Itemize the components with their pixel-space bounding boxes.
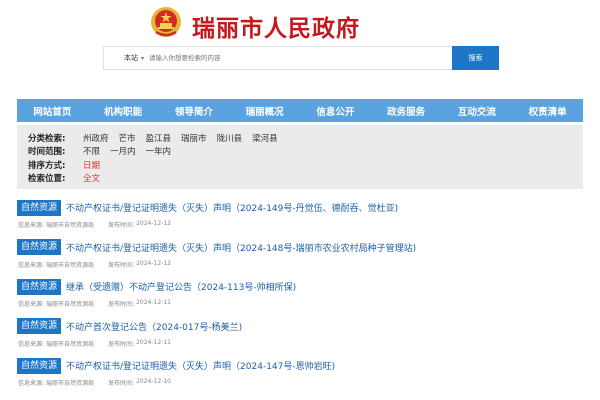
filter-option[interactable]: 一年内 (146, 145, 172, 157)
list-item: 自然资源 不动产权证书/登记证明遗失（灭失）声明（2024-147号-恩帅岩旺)… (17, 357, 583, 397)
filter-option-active[interactable]: 日期 (83, 159, 100, 171)
chevron-down-icon: ▾ (141, 54, 145, 62)
nav-item-info-disclosure[interactable]: 信息公开 (300, 104, 371, 118)
filter-option[interactable]: 一月内 (110, 145, 136, 157)
source-label: 信息来源: (18, 261, 45, 269)
category-tag[interactable]: 自然资源 (17, 199, 62, 216)
category-tag[interactable]: 自然资源 (17, 318, 62, 334)
source-label: 信息来源: (18, 380, 45, 387)
site-title[interactable]: 瑞丽市人民政府 (192, 9, 360, 43)
filter-option[interactable]: 瑞丽市 (181, 132, 207, 144)
filter-option[interactable]: 陇川县 (217, 132, 243, 144)
result-title-link[interactable]: 继承（受遗赠）不动产登记公告（2024-113号-帅相所保) (66, 280, 296, 293)
filter-option-active[interactable]: 全文 (83, 172, 100, 184)
source-label: 信息来源: (18, 301, 45, 308)
result-title-link[interactable]: 不动产权证书/登记证明遗失（灭失）声明（2024-148号-瑞丽市农业农村局种子… (66, 241, 416, 254)
date-value: 2024-12-11 (136, 299, 171, 306)
source-value: 瑞丽市自然资源局 (46, 261, 95, 269)
date-label: 发布时间: (108, 222, 135, 229)
date-value: 2024-12-10 (136, 378, 171, 385)
filter-time-label: 时间范围: (28, 147, 66, 158)
nav-item-overview[interactable]: 瑞丽概况 (229, 104, 300, 118)
filter-position-row: 检索位置: 全文 (28, 172, 583, 186)
list-item: 自然资源 不动产权证书/登记证明遗失（灭失）声明（2024-148号-瑞丽市农业… (17, 239, 583, 279)
nav-item-interaction[interactable]: 互动交流 (442, 104, 513, 118)
result-meta: 信息来源: 瑞丽市自然资源局 发布时间: 2024-12-11 (17, 339, 583, 348)
date-label: 发布时间: (108, 340, 135, 348)
date-label: 发布时间: (108, 380, 135, 387)
result-title-link[interactable]: 不动产权证书/登记证明遗失（灭失）声明（2024-149号-丹觉伍、德耐吞、觉杜… (66, 201, 398, 214)
source-value: 瑞丽市自然资源局 (46, 380, 95, 387)
filter-sort-row: 排序方式: 日期 (28, 158, 583, 172)
nav-item-gov-services[interactable]: 政务服务 (371, 104, 442, 118)
source-label: 信息来源: (18, 222, 45, 229)
source-value: 瑞丽市自然资源局 (46, 301, 95, 308)
filter-option[interactable]: 盈江县 (146, 132, 172, 144)
filter-category-row: 分类检索: 州政府 芒市 盈江县 瑞丽市 陇川县 梁河县 (28, 131, 583, 145)
date-value: 2024-12-12 (136, 220, 171, 227)
search-input[interactable] (147, 48, 452, 68)
source-value: 瑞丽市自然资源局 (46, 340, 95, 348)
result-title-link[interactable]: 不动产首次登记公告（2024-017号-杨美兰) (66, 320, 242, 333)
filter-time-row: 时间范围: 不限 一月内 一年内 (28, 145, 583, 159)
list-item: 自然资源 不动产权证书/登记证明遗失（灭失）声明（2024-149号-丹觉伍、德… (17, 199, 583, 239)
search-button[interactable]: 搜索 (452, 46, 499, 70)
result-meta: 信息来源: 瑞丽市自然资源局 发布时间: 2024-12-12 (17, 260, 583, 269)
result-meta: 信息来源: 瑞丽市自然资源局 发布时间: 2024-12-10 (17, 378, 583, 387)
search-scope-label: 本站 (124, 54, 138, 62)
results-list: 自然资源 不动产权证书/登记证明遗失（灭失）声明（2024-149号-丹觉伍、德… (17, 199, 583, 397)
category-tag[interactable]: 自然资源 (17, 357, 62, 374)
result-meta: 信息来源: 瑞丽市自然资源局 发布时间: 2024-12-11 (17, 299, 583, 308)
site-header: 瑞丽市人民政府 本站 ▾ 搜索 (0, 0, 600, 95)
search-bar: 本站 ▾ 搜索 (103, 46, 499, 70)
date-value: 2024-12-12 (136, 259, 171, 267)
date-label: 发布时间: (108, 301, 135, 308)
main-nav: 网站首页 机构职能 领导简介 瑞丽概况 信息公开 政务服务 互动交流 权责清单 (17, 99, 583, 122)
result-title-link[interactable]: 不动产权证书/登记证明遗失（灭失）声明（2024-147号-恩帅岩旺) (66, 359, 335, 372)
national-emblem-icon (151, 7, 181, 37)
result-meta: 信息来源: 瑞丽市自然资源局 发布时间: 2024-12-12 (17, 220, 583, 229)
search-scope-select[interactable]: 本站 ▾ (104, 53, 147, 63)
filter-category-label: 分类检索: (28, 133, 66, 144)
nav-item-home[interactable]: 网站首页 (17, 104, 88, 118)
nav-item-power-list[interactable]: 权责清单 (512, 104, 583, 118)
list-item: 自然资源 不动产首次登记公告（2024-017号-杨美兰) 信息来源: 瑞丽市自… (17, 318, 583, 358)
filter-option[interactable]: 芒市 (119, 132, 136, 144)
filter-position-label: 检索位置: (28, 174, 66, 185)
source-label: 信息来源: (18, 340, 45, 348)
source-value: 瑞丽市自然资源局 (46, 222, 95, 229)
filter-option[interactable]: 梁河县 (252, 132, 278, 144)
search-filter-panel: 分类检索: 州政府 芒市 盈江县 瑞丽市 陇川县 梁河县 时间范围: 不限 一月… (17, 125, 583, 189)
date-value: 2024-12-11 (136, 338, 171, 346)
list-item: 自然资源 继承（受遗赠）不动产登记公告（2024-113号-帅相所保) 信息来源… (17, 278, 583, 318)
nav-item-leaders[interactable]: 领导简介 (159, 104, 230, 118)
nav-item-institutions[interactable]: 机构职能 (88, 104, 159, 118)
category-tag[interactable]: 自然资源 (17, 278, 62, 295)
date-label: 发布时间: (108, 261, 135, 269)
category-tag[interactable]: 自然资源 (17, 239, 62, 255)
filter-sort-label: 排序方式: (28, 160, 66, 171)
filter-option[interactable]: 不限 (83, 145, 100, 157)
filter-option[interactable]: 州政府 (83, 132, 109, 144)
